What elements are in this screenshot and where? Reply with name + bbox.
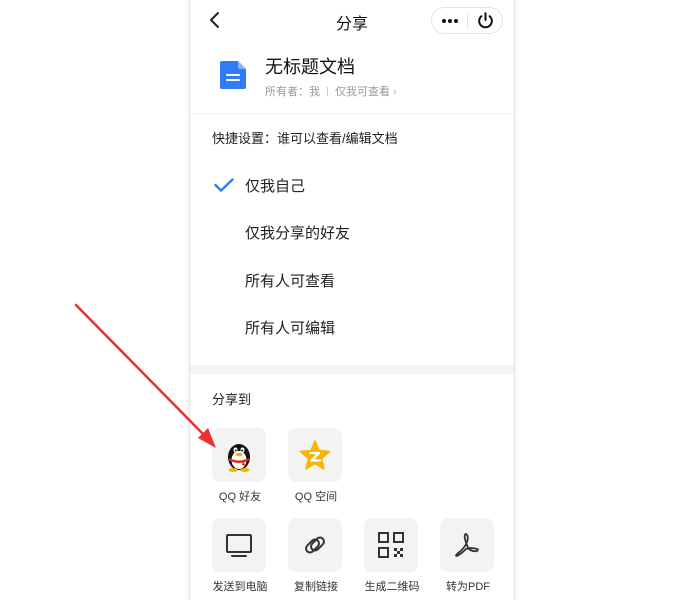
power-icon: [478, 12, 493, 29]
share-icon-box: [212, 428, 266, 482]
mini-program-capsule: [431, 7, 503, 34]
share-qzone[interactable]: QQ 空间: [278, 428, 354, 508]
share-target-label: 生成二维码: [364, 581, 420, 593]
qq-penguin-icon: [228, 444, 250, 472]
share-icon-box: [212, 518, 266, 572]
option-label: 所有人可查看: [245, 273, 336, 290]
option-label: 仅我分享的好友: [245, 225, 351, 242]
share-target-label: QQ 空间: [294, 491, 338, 503]
checkmark-icon: [214, 178, 234, 192]
option-everyone-view[interactable]: 所有人可查看: [190, 257, 514, 301]
share-qr-code[interactable]: 生成二维码: [354, 518, 430, 598]
share-convert-pdf[interactable]: 转为PDF: [430, 518, 506, 598]
document-meta: 所有者：我 仅我可查看 ›: [265, 83, 397, 99]
share-icon-box: [440, 518, 494, 572]
share-copy-link[interactable]: 复制链接: [278, 518, 354, 598]
share-icon-box: [288, 518, 342, 572]
document-icon: [220, 61, 246, 89]
background-left: [0, 0, 190, 600]
share-target-label: 转为PDF: [446, 581, 490, 593]
share-panel: 分享 无标题文档 所有者：我 仅我可查看 › 快捷设置：谁可以查看/编辑文档 仅…: [190, 0, 514, 600]
share-qq-friend[interactable]: QQ 好友: [202, 428, 278, 508]
chevron-right-icon: ›: [393, 86, 397, 98]
share-icon-box: [288, 428, 342, 482]
share-target-label: QQ 好友: [218, 491, 262, 503]
share-send-to-pc[interactable]: 发送到电脑: [202, 518, 278, 598]
share-icon-box: [364, 518, 418, 572]
option-everyone-edit[interactable]: 所有人可编辑: [190, 304, 514, 348]
share-to-label: 分享到: [212, 392, 252, 407]
option-label: 所有人可编辑: [245, 320, 336, 337]
option-only-me[interactable]: 仅我自己: [190, 162, 514, 206]
qzone-star-icon: [299, 440, 331, 470]
qr-code-icon: [378, 532, 404, 558]
share-target-label: 复制链接: [294, 581, 338, 593]
monitor-icon: [226, 534, 252, 557]
pdf-icon: [455, 533, 479, 557]
option-label: 仅我自己: [245, 178, 306, 195]
header-bar: 分享: [190, 0, 514, 40]
close-button[interactable]: [468, 8, 503, 33]
divider: [190, 113, 514, 114]
document-permission-link[interactable]: 仅我可查看: [335, 86, 390, 98]
document-title: 无标题文档: [265, 57, 355, 77]
meta-separator: [327, 87, 328, 96]
option-shared-friends[interactable]: 仅我分享的好友: [190, 209, 514, 253]
more-button[interactable]: [432, 8, 467, 33]
section-divider: [190, 365, 514, 374]
background-right: [514, 0, 688, 600]
share-target-label: 发送到电脑: [212, 581, 268, 593]
link-icon: [305, 536, 325, 554]
more-dots-icon: [442, 19, 446, 23]
quick-settings-label: 快捷设置：谁可以查看/编辑文档: [212, 131, 398, 146]
document-owner: 所有者：我: [265, 86, 320, 98]
